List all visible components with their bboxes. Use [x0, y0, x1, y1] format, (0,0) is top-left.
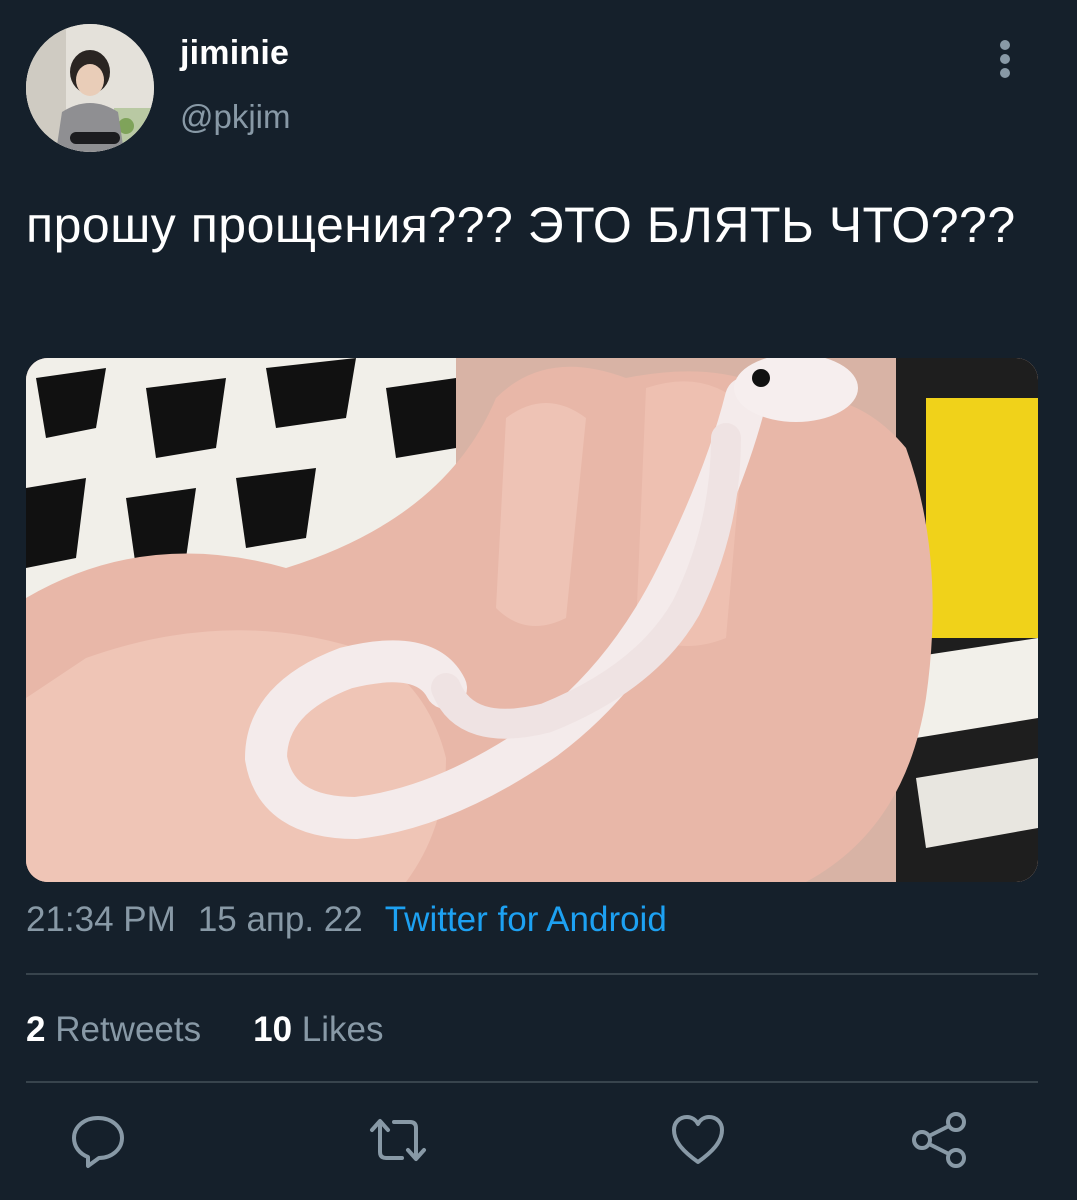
retweets-count: 2 — [26, 1010, 46, 1049]
divider — [26, 1081, 1038, 1083]
tweet-text: прошу прощения??? ЭТО БЛЯТЬ ЧТО??? — [26, 197, 1016, 253]
divider — [26, 973, 1038, 975]
tweet-detail: jiminie @pkjim прошу прощения??? ЭТО БЛЯ… — [0, 0, 1077, 1200]
share-icon[interactable] — [908, 1108, 972, 1172]
reply-icon[interactable] — [66, 1108, 130, 1172]
tweet-meta: 21:34 PM 15 апр. 22 Twitter for Android — [26, 900, 667, 940]
user-handle[interactable]: @pkjim — [180, 98, 291, 136]
display-name[interactable]: jiminie — [180, 34, 289, 73]
tweet-date: 15 апр. 22 — [197, 900, 363, 939]
likes-label: Likes — [301, 1010, 384, 1049]
retweets-stat[interactable]: 2 Retweets — [26, 1010, 201, 1049]
tweet-time: 21:34 PM — [26, 900, 176, 939]
likes-stat[interactable]: 10 Likes — [253, 1010, 383, 1049]
more-options-icon[interactable] — [988, 36, 1022, 82]
tweet-media-photo[interactable] — [26, 358, 1038, 882]
like-icon[interactable] — [666, 1108, 730, 1172]
avatar[interactable] — [26, 24, 154, 152]
retweets-label: Retweets — [55, 1010, 202, 1049]
tweet-stats: 2 Retweets 10 Likes — [26, 1010, 384, 1050]
tweet-source-link[interactable]: Twitter for Android — [385, 900, 667, 939]
likes-count: 10 — [253, 1010, 293, 1049]
retweet-icon[interactable] — [366, 1108, 430, 1172]
